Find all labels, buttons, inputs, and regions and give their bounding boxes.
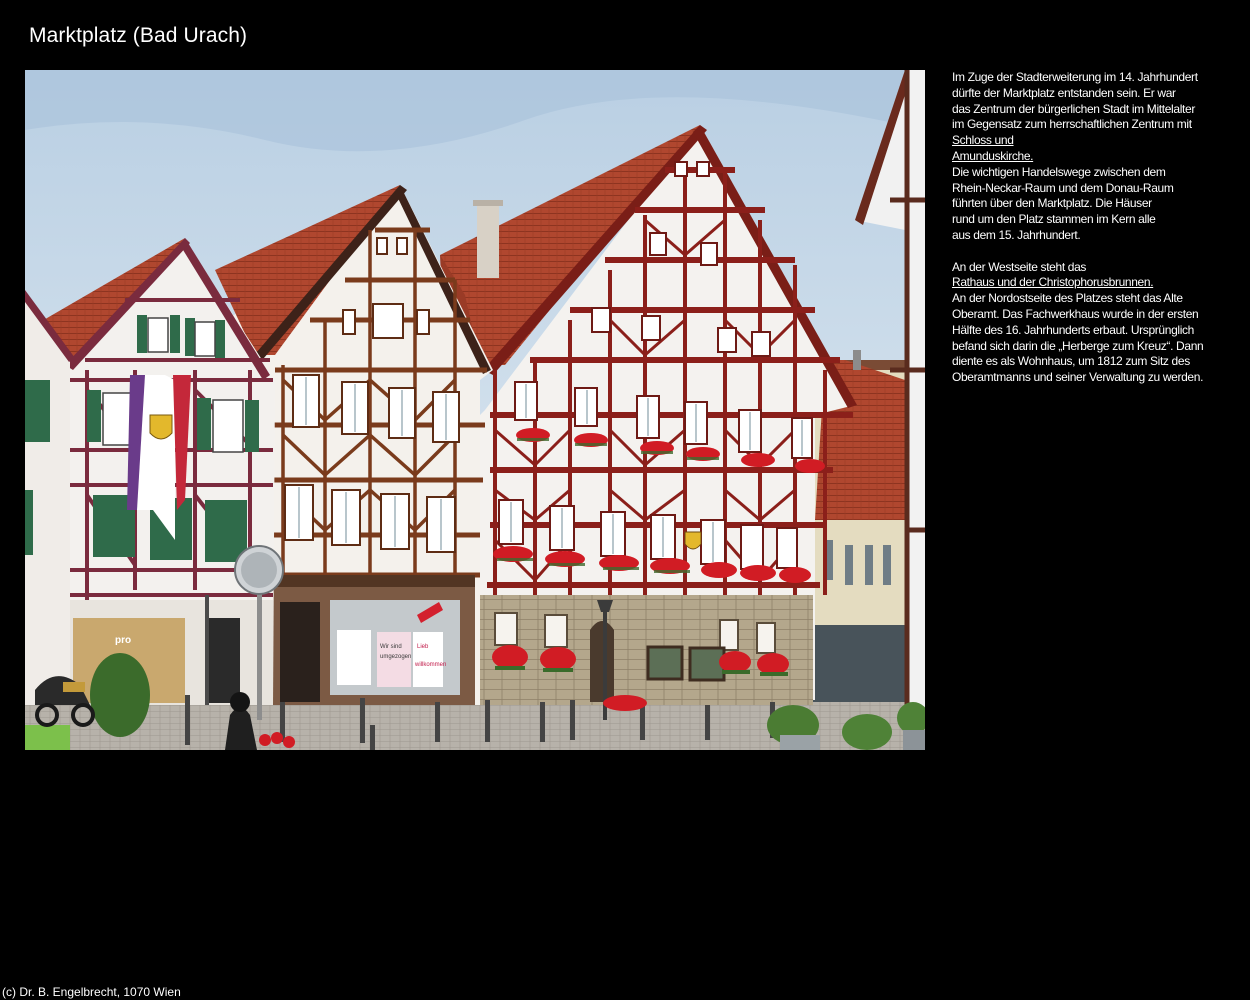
photo-illustration: Wir sind umgezogen Lieb willkommen pro bbox=[25, 70, 925, 750]
desc-line: An der Westseite steht das bbox=[952, 259, 1087, 274]
desc-line: dürfte der Marktplatz entstanden sein. E… bbox=[952, 85, 1176, 100]
desc-line: befand sich darin die „Herberge zum Kreu… bbox=[952, 338, 1204, 353]
page-title: Marktplatz (Bad Urach) bbox=[29, 24, 248, 47]
description: Im Zuge der Stadterweiterung im 14. Jahr… bbox=[952, 70, 1232, 386]
desc-line: im Gegensatz zum herrschaftlichen Zentru… bbox=[952, 117, 1192, 132]
desc-line: Rhein-Neckar-Raum und dem Donau-Raum bbox=[952, 180, 1174, 195]
desc-line: diente es als Wohnhaus, um 1812 zum Sitz… bbox=[952, 354, 1190, 369]
desc-line: Hälfte des 16. Jahrhunderts erbaut. Ursp… bbox=[952, 322, 1195, 337]
poster-text-3: Lieb bbox=[417, 644, 429, 650]
poster-text-2: umgezogen bbox=[380, 654, 411, 660]
copyright-footer: (c) Dr. B. Engelbrecht, 1070 Wien bbox=[2, 985, 181, 999]
desc-line: Oberamt. Das Fachwerkhaus wurde in der e… bbox=[952, 306, 1199, 321]
photo-marktplatz: Wir sind umgezogen Lieb willkommen pro bbox=[25, 70, 925, 750]
desc-line: rund um den Platz stammen im Kern alle bbox=[952, 212, 1156, 227]
link-amunduskirche[interactable]: Amunduskirche. bbox=[952, 149, 1033, 163]
link-rathaus-christophorusbrunnen[interactable]: Rathaus und der Christophorusbrunnen. bbox=[952, 275, 1154, 289]
page: Marktplatz (Bad Urach) Wir sind umgezoge… bbox=[0, 0, 1250, 1000]
desc-line: Die wichtigen Handelswege zwischen dem bbox=[952, 164, 1166, 179]
desc-line: das Zentrum der bürgerlichen Stadt im Mi… bbox=[952, 101, 1195, 116]
desc-line: führten über den Marktplatz. Die Häuser bbox=[952, 196, 1152, 211]
desc-line: An der Nordostseite des Platzes steht da… bbox=[952, 291, 1183, 306]
link-schloss[interactable]: Schloss und bbox=[952, 133, 1014, 147]
desc-line: Oberamtmanns und seiner Verwaltung zu we… bbox=[952, 370, 1204, 385]
desc-line: Im Zuge der Stadterweiterung im 14. Jahr… bbox=[952, 70, 1198, 84]
poster-text-1: Wir sind bbox=[380, 644, 402, 650]
shop-sign-text: pro bbox=[115, 635, 131, 646]
poster-text-4: willkommen bbox=[414, 662, 446, 668]
desc-line: aus dem 15. Jahrhundert. bbox=[952, 227, 1081, 242]
